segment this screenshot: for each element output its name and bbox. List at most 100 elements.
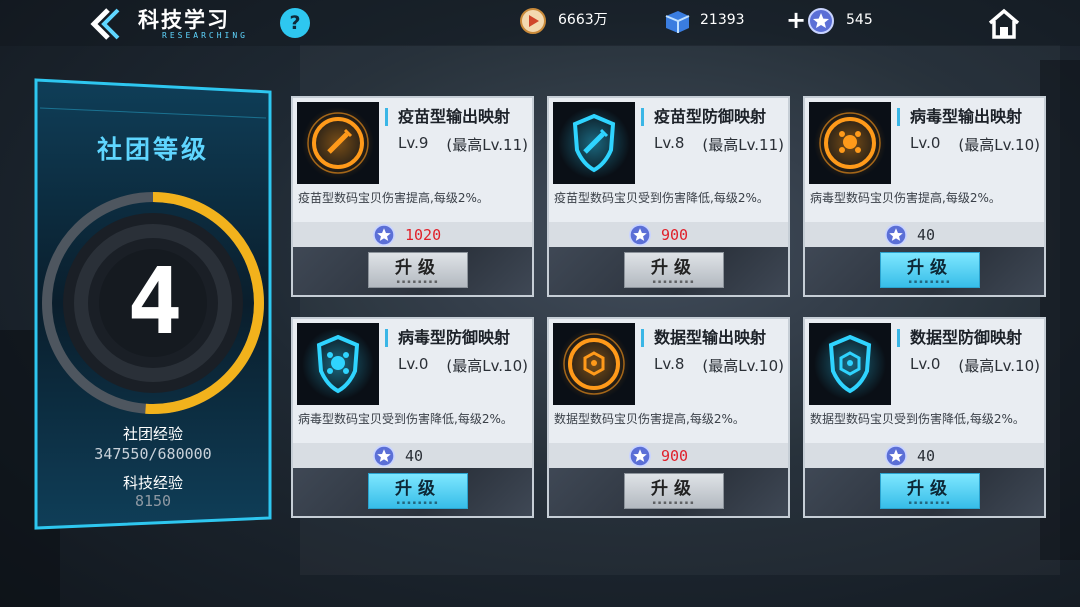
tech-level: Lv.8 <box>654 355 685 373</box>
tech-card: 疫苗型防御映射 Lv.8 (最高Lv.11) 疫苗型数码宝贝受到伤害降低,每级2%。 9… <box>547 96 790 297</box>
star-coin-icon <box>373 445 395 467</box>
star-coin-icon <box>373 224 395 246</box>
club-level-panel: 社团等级 4 社团经验 347550/680000 科技经验 8150 <box>34 78 272 530</box>
tech-max-level: (最高Lv.10) <box>446 357 528 375</box>
resource-cube: 21393 <box>662 8 772 33</box>
tech-max-level: (最高Lv.10) <box>958 136 1040 154</box>
tech-level: Lv.0 <box>910 134 941 152</box>
cost-bar: 40 <box>293 443 532 468</box>
upgrade-button-label: 升级 <box>651 258 697 278</box>
cost-bar: 40 <box>805 222 1044 247</box>
cost-bar: 40 <box>805 443 1044 468</box>
upgrade-button-deco: ▪▪▪▪▪▪▪▪ <box>396 500 440 506</box>
upgrade-button-deco: ▪▪▪▪▪▪▪▪ <box>396 279 440 285</box>
button-area: 升级 ▪▪▪▪▪▪▪▪ <box>805 247 1044 295</box>
tech-name: 疫苗型防御映射 <box>641 108 766 126</box>
button-area: 升级 ▪▪▪▪▪▪▪▪ <box>293 468 532 516</box>
upgrade-button[interactable]: 升级 ▪▪▪▪▪▪▪▪ <box>368 252 468 288</box>
star-value: 545 <box>846 12 873 28</box>
upgrade-button-label: 升级 <box>907 258 953 278</box>
upgrade-button-label: 升级 <box>395 258 441 278</box>
resource-gold: 6663万 <box>520 8 650 34</box>
upgrade-button[interactable]: 升级 ▪▪▪▪▪▪▪▪ <box>624 473 724 509</box>
tech-cost: 900 <box>661 226 689 244</box>
tech-description: 疫苗型数码宝贝伤害提高,每级2%。 <box>298 191 489 205</box>
star-coin-icon <box>885 445 907 467</box>
tech-card: 疫苗型输出映射 Lv.9 (最高Lv.11) 疫苗型数码宝贝伤害提高,每级2%。 102… <box>291 96 534 297</box>
top-bar: 科技学习 RESEARCHING ? 6663万 21393 + 545 <box>0 0 1080 46</box>
upgrade-button[interactable]: 升级 ▪▪▪▪▪▪▪▪ <box>624 252 724 288</box>
tech-name: 病毒型防御映射 <box>385 329 510 347</box>
club-exp-label: 社团经验 <box>122 425 183 443</box>
button-area: 升级 ▪▪▪▪▪▪▪▪ <box>805 468 1044 516</box>
resource-star: 545 <box>808 8 918 34</box>
tech-card: 病毒型输出映射 Lv.0 (最高Lv.10) 病毒型数码宝贝伤害提高,每级2%。 40 升… <box>803 96 1046 297</box>
tech-card: 数据型防御映射 Lv.0 (最高Lv.10) 数据型数码宝贝受到伤害降低,每级2%。 4… <box>803 317 1046 518</box>
star-coin-icon <box>629 445 651 467</box>
cost-bar: 1020 <box>293 222 532 247</box>
vaccine-syringe-icon <box>297 102 379 184</box>
tech-description: 病毒型数码宝贝伤害提高,每级2%。 <box>810 191 1001 205</box>
tech-max-level: (最高Lv.11) <box>702 136 784 154</box>
tech-description: 疫苗型数码宝贝受到伤害降低,每级2%。 <box>554 191 769 205</box>
club-level-title: 社团等级 <box>96 135 209 164</box>
tech-cost: 900 <box>661 447 689 465</box>
tech-name: 数据型输出映射 <box>641 329 766 347</box>
tech-max-level: (最高Lv.10) <box>702 357 784 375</box>
upgrade-button-deco: ▪▪▪▪▪▪▪▪ <box>908 279 952 285</box>
tech-max-level: (最高Lv.11) <box>446 136 528 154</box>
upgrade-button-deco: ▪▪▪▪▪▪▪▪ <box>908 500 952 506</box>
gold-medal-icon <box>520 8 546 34</box>
tech-max-level: (最高Lv.10) <box>958 357 1040 375</box>
add-currency-button[interactable]: + <box>786 6 806 34</box>
tech-name: 病毒型输出映射 <box>897 108 1022 126</box>
tech-cost: 1020 <box>405 226 442 244</box>
data-shield-icon <box>809 323 891 405</box>
back-arrow-icon[interactable] <box>86 6 126 42</box>
blue-cube-icon <box>665 11 690 33</box>
data-hexagon-icon <box>553 323 635 405</box>
upgrade-button-label: 升级 <box>907 479 953 499</box>
star-coin-icon <box>629 224 651 246</box>
upgrade-button-deco: ▪▪▪▪▪▪▪▪ <box>652 279 696 285</box>
tech-cost: 40 <box>917 447 936 465</box>
vaccine-shield-icon <box>553 102 635 184</box>
cost-bar: 900 <box>549 443 788 468</box>
star-coin-icon <box>885 224 907 246</box>
tech-exp-label: 科技经验 <box>122 474 183 492</box>
tech-name: 疫苗型输出映射 <box>385 108 510 126</box>
gold-value: 6663万 <box>558 12 608 28</box>
club-level-number: 4 <box>127 248 183 355</box>
tech-cost: 40 <box>917 226 936 244</box>
upgrade-button[interactable]: 升级 ▪▪▪▪▪▪▪▪ <box>880 252 980 288</box>
club-exp-value: 347550/680000 <box>94 445 212 463</box>
tech-level: Lv.9 <box>398 134 429 152</box>
upgrade-button[interactable]: 升级 ▪▪▪▪▪▪▪▪ <box>880 473 980 509</box>
page-title: 科技学习 <box>138 8 230 32</box>
page-subtitle: RESEARCHING <box>162 31 248 40</box>
tech-level: Lv.8 <box>654 134 685 152</box>
help-button[interactable]: ? <box>280 8 310 38</box>
upgrade-button-label: 升级 <box>651 479 697 499</box>
cost-bar: 900 <box>549 222 788 247</box>
tech-card: 数据型输出映射 Lv.8 (最高Lv.10) 数据型数码宝贝伤害提高,每级2%。 900… <box>547 317 790 518</box>
upgrade-button-label: 升级 <box>395 479 441 499</box>
star-coin-icon <box>808 8 834 34</box>
button-area: 升级 ▪▪▪▪▪▪▪▪ <box>549 468 788 516</box>
tech-description: 数据型数码宝贝伤害提高,每级2%。 <box>554 412 745 426</box>
tech-level: Lv.0 <box>910 355 941 373</box>
tech-card: 病毒型防御映射 Lv.0 (最高Lv.10) 病毒型数码宝贝受到伤害降低,每级2%。 4… <box>291 317 534 518</box>
button-area: 升级 ▪▪▪▪▪▪▪▪ <box>549 247 788 295</box>
tech-description: 数据型数码宝贝受到伤害降低,每级2%。 <box>810 412 1025 426</box>
button-area: 升级 ▪▪▪▪▪▪▪▪ <box>293 247 532 295</box>
virus-icon <box>809 102 891 184</box>
virus-shield-icon <box>297 323 379 405</box>
tech-exp-value: 8150 <box>134 492 172 510</box>
upgrade-button-deco: ▪▪▪▪▪▪▪▪ <box>652 500 696 506</box>
upgrade-button[interactable]: 升级 ▪▪▪▪▪▪▪▪ <box>368 473 468 509</box>
tech-cost: 40 <box>405 447 424 465</box>
tech-name: 数据型防御映射 <box>897 329 1022 347</box>
cube-value: 21393 <box>700 12 745 28</box>
home-icon[interactable] <box>987 8 1021 40</box>
tech-level: Lv.0 <box>398 355 429 373</box>
